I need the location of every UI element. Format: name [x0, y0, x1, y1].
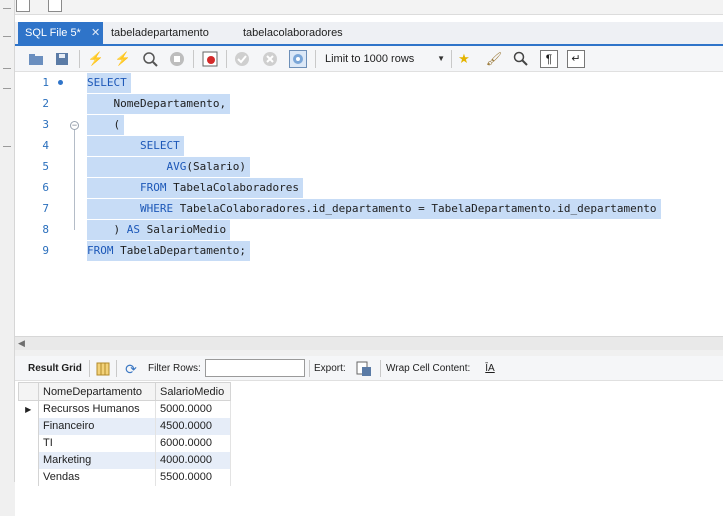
execute-selection-icon[interactable]: ⚡	[114, 50, 132, 68]
tab-label: tabelacolaboradores	[243, 27, 343, 39]
code-text: (	[87, 115, 125, 135]
code-line: 1 SELECT	[15, 72, 723, 93]
grid-header-row: NomeDepartamento SalarioMedio	[18, 382, 231, 401]
sidebar-edge	[0, 0, 15, 516]
reconnect-icon[interactable]	[48, 0, 62, 12]
code-line: 9 FROM TabelaDepartamento;	[15, 240, 723, 261]
column-header[interactable]: NomeDepartamento	[38, 382, 156, 401]
export-label: Export:	[314, 363, 346, 374]
sql-editor-toolbar: ⚡ ⚡ Limit to 1000 rows ▼ ★ 🖌 ¶ ↵	[15, 46, 723, 72]
statement-marker-icon	[58, 80, 63, 85]
main-toolbar	[0, 0, 723, 15]
editor-tabs: SQL File 5* ✕ tabeladepartamento tabelac…	[15, 22, 723, 44]
line-number: 5	[42, 160, 49, 173]
horizontal-scrollbar[interactable]: ◀	[15, 336, 723, 350]
result-toolbar: Result Grid ⟳ Filter Rows: Export: Wrap …	[15, 356, 723, 381]
close-icon[interactable]: ✕	[91, 22, 100, 44]
execute-icon[interactable]: ⚡	[87, 50, 105, 68]
table-cell[interactable]: 6000.0000	[155, 434, 231, 452]
line-number: 8	[42, 223, 49, 236]
chevron-down-icon: ▼	[437, 54, 445, 63]
tab-sql-file-5[interactable]: SQL File 5* ✕	[18, 22, 103, 44]
toggle-continue-on-error-icon[interactable]	[201, 50, 219, 68]
result-grid: NomeDepartamento SalarioMedio ▶ Recursos…	[18, 382, 231, 486]
code-text: AVG(Salario)	[87, 157, 250, 177]
table-row[interactable]: TI 6000.0000	[18, 434, 231, 452]
table-row[interactable]: Financeiro 4500.0000	[18, 417, 231, 435]
table-cell[interactable]: TI	[38, 434, 156, 452]
line-number: 9	[42, 244, 49, 257]
query-inspector-icon[interactable]	[16, 0, 30, 12]
code-text: NomeDepartamento,	[87, 94, 231, 114]
code-line: 7 WHERE TabelaColaboradores.id_departame…	[15, 198, 723, 219]
code-text: ) AS SalarioMedio	[87, 220, 231, 240]
line-number: 7	[42, 202, 49, 215]
tab-tabelacolaboradores[interactable]: tabelacolaboradores	[235, 22, 351, 44]
limit-rows-label: Limit to 1000 rows	[325, 53, 415, 65]
commit-icon[interactable]	[233, 50, 251, 68]
line-number: 2	[42, 97, 49, 110]
result-grid-tab[interactable]: Result Grid	[28, 356, 82, 381]
code-line: 8 ) AS SalarioMedio	[15, 219, 723, 240]
row-header-corner	[18, 382, 39, 401]
grid-layout-icon[interactable]	[94, 360, 112, 378]
find-icon[interactable]	[512, 50, 530, 68]
code-text: SELECT	[87, 73, 131, 93]
sidebar-edge-bottom	[0, 482, 15, 516]
autocommit-icon[interactable]	[289, 50, 307, 68]
code-line: 3 − (	[15, 114, 723, 135]
scroll-left-icon[interactable]: ◀	[18, 338, 25, 349]
code-text: FROM TabelaColaboradores	[87, 178, 303, 198]
table-cell[interactable]: 4500.0000	[155, 417, 231, 435]
stop-icon[interactable]	[168, 50, 186, 68]
sql-editor[interactable]: 1 SELECT 2 NomeDepartamento, 3 − ( 4 SEL…	[15, 72, 723, 336]
wrap-icon[interactable]: ↵	[567, 50, 585, 68]
code-text: WHERE TabelaColaboradores.id_departament…	[87, 199, 661, 219]
bookmark-icon[interactable]: ★	[455, 50, 473, 68]
table-cell[interactable]: 4000.0000	[155, 451, 231, 469]
table-row[interactable]: Vendas 5500.0000	[18, 468, 231, 486]
code-line: 4 SELECT	[15, 135, 723, 156]
code-line: 2 NomeDepartamento,	[15, 93, 723, 114]
refresh-icon[interactable]: ⟳	[122, 360, 140, 378]
filter-rows-input[interactable]	[205, 359, 305, 377]
table-cell[interactable]: 5000.0000	[155, 400, 231, 418]
limit-rows-dropdown[interactable]: Limit to 1000 rows ▼	[325, 50, 445, 68]
code-line: 5 AVG(Salario)	[15, 156, 723, 177]
fold-toggle-icon[interactable]: −	[70, 121, 79, 130]
table-cell[interactable]: Recursos Humanos	[38, 400, 156, 418]
open-folder-icon[interactable]	[27, 50, 45, 68]
filter-rows-label: Filter Rows:	[148, 363, 201, 374]
code-text: SELECT	[87, 136, 184, 156]
table-row[interactable]: ▶ Recursos Humanos 5000.0000	[18, 400, 231, 418]
table-cell[interactable]: 5500.0000	[155, 468, 231, 486]
table-cell[interactable]: Vendas	[38, 468, 156, 486]
wrap-cell-content-label: Wrap Cell Content:	[386, 363, 471, 374]
line-number: 4	[42, 139, 49, 152]
rollback-icon[interactable]	[261, 50, 279, 68]
invisible-chars-icon[interactable]: ¶	[540, 50, 558, 68]
explain-icon[interactable]	[141, 50, 159, 68]
code-text: FROM TabelaDepartamento;	[87, 241, 250, 261]
tab-tabeladepartamento[interactable]: tabeladepartamento	[103, 22, 217, 44]
table-cell[interactable]: Financeiro	[38, 417, 156, 435]
line-number: 3	[42, 118, 49, 131]
save-icon[interactable]	[53, 50, 71, 68]
tab-label: SQL File 5*	[25, 27, 81, 39]
beautify-icon[interactable]: 🖌	[485, 50, 503, 68]
table-cell[interactable]: Marketing	[38, 451, 156, 469]
column-header[interactable]: SalarioMedio	[155, 382, 231, 401]
code-line: 6 FROM TabelaColaboradores	[15, 177, 723, 198]
export-icon[interactable]	[355, 360, 373, 378]
table-row[interactable]: Marketing 4000.0000	[18, 451, 231, 469]
wrap-cell-icon[interactable]: ĪA	[481, 360, 499, 378]
line-number: 1	[42, 76, 49, 89]
tab-label: tabeladepartamento	[111, 27, 209, 39]
line-number: 6	[42, 181, 49, 194]
current-row-marker-icon: ▶	[18, 400, 39, 418]
workbench-window: SQL File 5* ✕ tabeladepartamento tabelac…	[0, 0, 723, 516]
